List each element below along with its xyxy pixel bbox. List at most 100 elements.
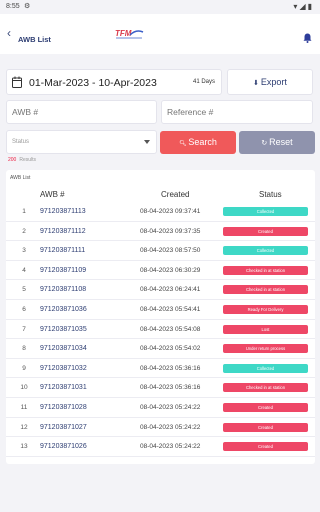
table-row[interactable]: 12 971203871027 08-04-2023 05:24:22 Created xyxy=(6,418,315,438)
search-icon: 🔍︎ xyxy=(179,141,189,147)
awb-number-link[interactable]: 971203871034 xyxy=(40,345,87,352)
status-badge: Checked in at station xyxy=(223,265,308,275)
awb-number-link[interactable]: 971203871108 xyxy=(40,286,86,293)
awb-list-card: AWB List AWB # Created Status 1 971203871… xyxy=(6,170,315,464)
row-number: 2 xyxy=(22,227,26,235)
created-date: 08-04-2023 05:24:22 xyxy=(140,403,201,411)
date-range-text: 01-Mar-2023 - 10-Apr-2023 xyxy=(29,77,157,89)
created-date: 08-04-2023 05:36:16 xyxy=(140,384,201,392)
created-date: 08-04-2023 09:37:41 xyxy=(140,208,201,215)
status-select-placeholder: Status xyxy=(12,139,30,145)
table-row[interactable]: 2 971203871112 08-04-2023 09:37:35 Created xyxy=(6,222,315,242)
status-time: 8:55 xyxy=(6,3,20,10)
reset-label: Reset xyxy=(269,137,293,147)
table-row[interactable]: 3 971203871111 08-04-2023 08:57:50 Collecte… xyxy=(6,241,315,261)
awb-number-link[interactable]: 971203871027 xyxy=(40,424,87,431)
search-label: Search xyxy=(188,137,217,147)
results-count: 200 xyxy=(8,157,17,163)
row-number: 5 xyxy=(22,286,26,294)
row-number: 8 xyxy=(22,345,26,353)
status-badge: Collected xyxy=(223,207,308,216)
reset-icon: ↻ xyxy=(261,140,270,147)
table-row[interactable]: 11 971203871028 08-04-2023 05:24:22 Created xyxy=(6,398,315,418)
status-badge: Created xyxy=(223,422,308,432)
awb-number-link[interactable]: 971203871028 xyxy=(40,404,87,411)
search-button[interactable]: 🔍︎ Search xyxy=(160,131,236,154)
awb-number-link[interactable]: 971203871109 xyxy=(40,267,86,274)
date-range-picker[interactable]: 01-Mar-2023 - 10-Apr-2023 41 Days xyxy=(6,69,222,95)
table-row[interactable]: 10 971203871031 08-04-2023 05:36:16 Checked… xyxy=(6,378,315,398)
row-number: 6 xyxy=(22,305,26,313)
row-number: 9 xyxy=(22,364,26,372)
status-bar: 8:55 ⚙ ▾◢▮ xyxy=(0,0,320,14)
awb-number-link[interactable]: 971203871026 xyxy=(40,443,87,450)
awb-number-link[interactable]: 971203871032 xyxy=(40,365,87,372)
settings-status-icon: ⚙ xyxy=(24,3,31,10)
awb-number-link[interactable]: 971203871113 xyxy=(40,208,86,215)
column-header-created: Created xyxy=(161,190,190,199)
reference-input[interactable] xyxy=(161,100,313,124)
status-badge: Created xyxy=(223,442,308,452)
created-date: 08-04-2023 05:36:16 xyxy=(140,364,201,372)
calendar-icon xyxy=(12,76,22,88)
logo-text: TFM xyxy=(115,29,132,38)
reset-button[interactable]: ↻ Reset xyxy=(239,131,315,154)
table-row[interactable]: 9 971203871032 08-04-2023 05:36:16 Collecte… xyxy=(6,359,315,379)
status-badge: Collected xyxy=(223,363,308,373)
status-badge: Checked in at station xyxy=(223,285,308,295)
table-body: 1 971203871113 08-04-2023 09:37:41 Collecte… xyxy=(6,202,315,457)
awb-number-link[interactable]: 971203871112 xyxy=(40,228,86,235)
created-date: 08-04-2023 05:54:41 xyxy=(140,305,201,313)
list-card-title: AWB List xyxy=(10,175,31,181)
created-date: 08-04-2023 06:24:41 xyxy=(140,286,201,294)
awb-number-link[interactable]: 971203871035 xyxy=(40,326,87,333)
created-date: 08-04-2023 06:30:29 xyxy=(140,266,201,274)
column-header-status: Status xyxy=(259,190,282,199)
status-badge: Collected xyxy=(223,246,308,256)
export-label: Export xyxy=(260,77,287,87)
app-bar: ‹ AWB List TFM xyxy=(0,14,320,54)
awb-number-link[interactable]: 971203871111 xyxy=(40,247,85,254)
status-badge: Under return process xyxy=(223,344,308,354)
export-button[interactable]: ⬇ Export xyxy=(227,69,313,95)
row-number: 7 xyxy=(22,325,26,333)
row-number: 3 xyxy=(22,247,26,255)
download-icon: ⬇ xyxy=(253,80,259,87)
status-badge: Lost xyxy=(223,324,308,334)
status-badge: Checked in at station xyxy=(223,383,308,393)
table-row[interactable]: 13 971203871026 08-04-2023 05:24:22 Created xyxy=(6,437,315,457)
row-number: 10 xyxy=(20,384,28,392)
status-badge: Created xyxy=(223,226,308,236)
row-number: 1 xyxy=(22,208,26,215)
notification-bell-icon[interactable] xyxy=(303,33,312,43)
results-summary: 200 Results xyxy=(8,157,36,163)
table-row[interactable]: 4 971203871109 08-04-2023 06:30:29 Checked … xyxy=(6,261,315,281)
created-date: 08-04-2023 05:54:08 xyxy=(140,325,201,333)
company-logo: TFM xyxy=(115,29,144,39)
system-indicators-icon: ▾◢▮ xyxy=(293,2,314,11)
back-arrow-icon[interactable]: ‹ xyxy=(7,27,11,39)
created-date: 08-04-2023 05:24:22 xyxy=(140,423,201,431)
table-row[interactable]: 1 971203871113 08-04-2023 09:37:41 Collecte… xyxy=(6,202,315,222)
row-number: 4 xyxy=(22,266,26,274)
awb-number-link[interactable]: 971203871036 xyxy=(40,306,87,313)
table-row[interactable]: 5 971203871108 08-04-2023 06:24:41 Checked … xyxy=(6,280,315,300)
page-title: AWB List xyxy=(18,35,51,44)
row-number: 13 xyxy=(20,443,28,451)
table-row[interactable]: 7 971203871035 08-04-2023 05:54:08 Lost xyxy=(6,320,315,340)
row-number: 12 xyxy=(20,423,28,431)
days-count: 41 Days xyxy=(192,79,215,85)
created-date: 08-04-2023 08:57:50 xyxy=(140,247,201,255)
table-header: AWB # Created Status xyxy=(6,188,315,200)
table-row[interactable]: 8 971203871034 08-04-2023 05:54:02 Under re… xyxy=(6,339,315,359)
awb-input[interactable] xyxy=(6,100,157,124)
table-row[interactable]: 6 971203871036 08-04-2023 05:54:41 Ready Fo… xyxy=(6,300,315,320)
status-select[interactable]: Status xyxy=(6,130,157,154)
results-label: Results xyxy=(19,157,37,163)
created-date: 08-04-2023 09:37:35 xyxy=(140,227,201,235)
chevron-down-icon xyxy=(144,140,150,144)
column-header-awb: AWB # xyxy=(40,190,65,199)
awb-number-link[interactable]: 971203871031 xyxy=(40,384,87,391)
bottom-bar xyxy=(0,492,320,512)
row-number: 11 xyxy=(20,403,28,411)
